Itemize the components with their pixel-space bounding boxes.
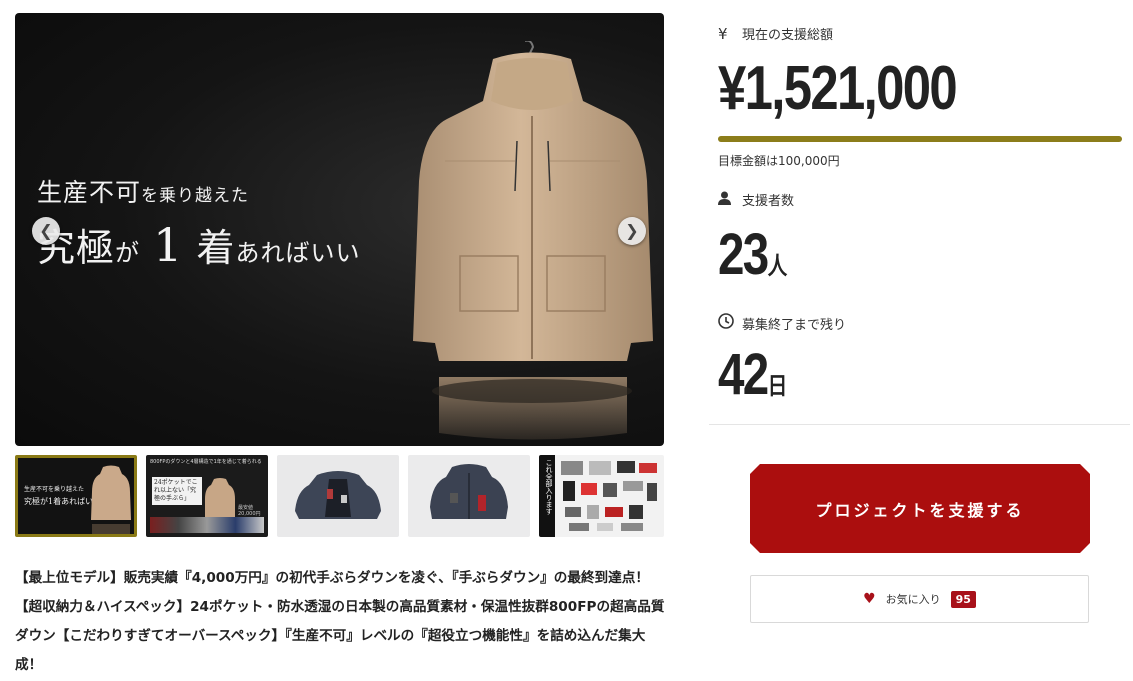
hero-line2-num: 1 (153, 218, 184, 272)
remaining-label-row: 募集終了まで残り (718, 313, 846, 333)
thumb5-items (561, 461, 657, 531)
thumb3-open-jacket (295, 471, 381, 519)
funding-label: 現在の支援総額 (742, 28, 834, 43)
remaining-count: 42 (718, 342, 769, 407)
chevron-left-icon: ❮ (39, 221, 53, 240)
supporters-label: 支援者数 (742, 194, 795, 209)
favorite-label: お気に入り (885, 593, 941, 606)
thumb1-jacket (91, 465, 131, 534)
remaining-label: 募集終了まで残り (742, 317, 847, 333)
project-description: 【最上位モデル】販売実績『4,000万円』の初代手ぶらダウンを凌ぐ、『手ぶらダウ… (15, 570, 665, 673)
thumbnail-4[interactable] (408, 455, 530, 537)
thumbnail-strip: 生産不可を乗り越えた 究極が1着あればいい 800FPのダウンと4層構造で1年を… (15, 455, 664, 537)
favorite-button[interactable]: ♥ お気に入り 95 (750, 575, 1089, 623)
yen-icon: ¥ (718, 24, 728, 43)
supporters-count-row: 23人 (718, 224, 787, 298)
thumb2-items (150, 517, 264, 533)
carousel-next-button[interactable]: ❯ (618, 217, 646, 245)
thumb2-text-a: 800FPのダウンと4層構造で1年を通じて着られる (150, 459, 262, 465)
funding-label-row: ¥ 現在の支援総額 (718, 24, 834, 44)
thumb1-text-a: 生産不可を乗り越えた (24, 486, 85, 493)
hero-line2-c: 着 (196, 226, 236, 270)
funding-progress-fill (718, 136, 1122, 142)
person-icon (718, 191, 742, 209)
heart-icon: ♥ (863, 591, 876, 607)
supporters-label-row: 支援者数 (718, 190, 794, 209)
thumbnail-3[interactable] (277, 455, 399, 537)
funding-amount: ¥1,521,000 (718, 54, 958, 123)
hero-line2-b: が (115, 239, 141, 267)
carousel-prev-button[interactable]: ❮ (32, 217, 60, 245)
supporters-count: 23 (718, 222, 769, 287)
remaining-unit: 日 (767, 373, 788, 400)
hero-line1-rest: を乗り越えた (141, 186, 250, 206)
thumb2-jacket (205, 478, 235, 519)
hero-catchcopy: 生産不可を乗り越えた 究極が 1 着あればいい (37, 173, 361, 272)
hero-image-carousel[interactable]: 生産不可を乗り越えた 究極が 1 着あればいい ❮ ❯ (15, 13, 664, 446)
funding-progress-bar (718, 136, 1122, 142)
remaining-count-row: 42日 (718, 344, 787, 418)
favorite-count-badge: 95 (950, 590, 976, 608)
thumb5-text: これ全部入ります (545, 459, 553, 515)
thumb4-jacket (430, 464, 508, 519)
hero-line1-main: 生産不可 (37, 178, 142, 207)
hero-line2-d: あればいい (235, 239, 361, 267)
panel-divider (709, 424, 1130, 425)
chevron-right-icon: ❯ (625, 221, 639, 240)
clock-icon (718, 313, 742, 333)
support-project-button[interactable]: プロジェクトを支援する (750, 464, 1090, 553)
thumbnail-5[interactable]: これ全部入ります (539, 455, 664, 537)
goal-amount-text: 目標金額は100,000円 (718, 154, 840, 168)
thumbnail-2[interactable]: 800FPのダウンと4層構造で1年を通じて着られる 24ポケットでこれ以上ない「… (146, 455, 268, 537)
jacket-image (413, 41, 653, 440)
thumb2-text-c: 最安値20,000円 (238, 505, 261, 517)
thumb2-text-b: 24ポケットでこれ以上ない「究極の手ぶら」 (152, 477, 202, 505)
supporters-unit: 人 (767, 253, 788, 280)
thumbnail-1[interactable]: 生産不可を乗り越えた 究極が1着あればいい (15, 455, 137, 537)
